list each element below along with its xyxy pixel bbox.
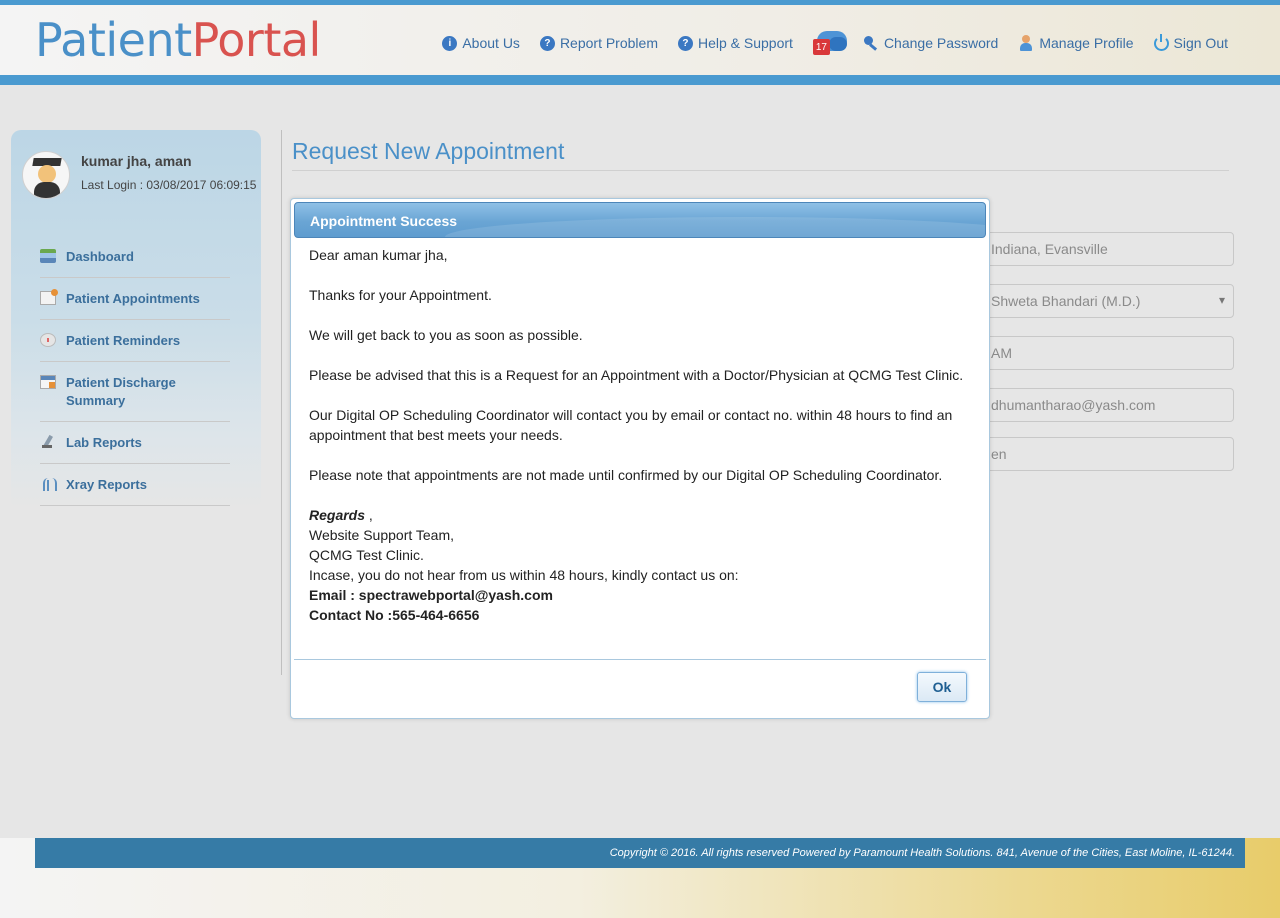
logo-portal: Portal (191, 13, 322, 67)
calendar-icon (40, 289, 58, 305)
sidebar: kumar jha, aman Last Login : 03/08/2017 … (11, 130, 261, 510)
change-password-link[interactable]: Change Password (863, 35, 998, 51)
about-us-link[interactable]: i About Us (442, 35, 520, 51)
manage-profile-link[interactable]: Manage Profile (1018, 35, 1134, 51)
user-icon (1018, 35, 1034, 51)
manage-profile-label: Manage Profile (1039, 35, 1134, 51)
dialog-body: Dear aman kumar jha, Thanks for your App… (309, 245, 969, 625)
advice-text: Please be advised that this is a Request… (309, 367, 964, 383)
logo-patient: Patient (35, 13, 192, 67)
microscope-icon (40, 435, 56, 449)
support-contact: Contact No :565-464-6656 (309, 607, 480, 623)
sidebar-menu: Dashboard Patient Appointments Patient R… (40, 236, 230, 506)
sidebar-item-label: Lab Reports (66, 435, 142, 450)
incase-text: Incase, you do not hear from us within 4… (309, 567, 739, 583)
dialog-header: Appointment Success (294, 202, 986, 238)
copyright-text: Copyright © 2016. All rights reserved Po… (609, 847, 1235, 859)
header-band (0, 75, 1280, 85)
sidebar-item-label: Patient Reminders (66, 333, 181, 348)
coordinator-text: Our Digital OP Scheduling Coordinator wi… (309, 407, 953, 443)
xray-hand-icon (40, 477, 57, 491)
question-icon: ? (677, 35, 693, 51)
thanks-text: Thanks for your Appointment. (309, 287, 492, 303)
avatar (22, 151, 70, 199)
sidebar-item-label: Patient Appointments (66, 291, 200, 306)
ok-button[interactable]: Ok (917, 672, 967, 702)
support-email: Email : spectrawebportal@yash.com (309, 587, 553, 603)
sidebar-item-patient-reminders[interactable]: Patient Reminders (40, 320, 230, 362)
regards-comma: , (365, 507, 373, 523)
page-title: Request New Appointment (292, 138, 565, 164)
sidebar-item-discharge-summary[interactable]: Patient Discharge Summary (40, 362, 230, 422)
key-icon (863, 35, 879, 51)
sidebar-item-lab-reports[interactable]: Lab Reports (40, 422, 230, 464)
greeting-text: Dear aman kumar jha, (309, 247, 448, 263)
dashboard-icon (40, 249, 56, 263)
appointment-success-dialog: Appointment Success Dear aman kumar jha,… (290, 198, 990, 719)
team-text: Website Support Team, (309, 527, 455, 543)
logo[interactable]: PatientPortal (35, 13, 321, 67)
help-support-label: Help & Support (697, 35, 793, 51)
regards-text: Regards (309, 507, 366, 523)
note-text: Please note that appointments are not ma… (309, 467, 943, 483)
top-nav: i About Us ? Report Problem ? Help & Sup… (422, 31, 1228, 55)
sidebar-item-label: Patient Discharge Summary (66, 375, 176, 408)
last-login: Last Login : 03/08/2017 06:09:15 (81, 178, 257, 192)
status-field[interactable]: en (978, 437, 1234, 471)
user-name: kumar jha, aman (81, 153, 192, 169)
clock-icon (40, 333, 56, 347)
chat-icon-secondary (828, 37, 847, 51)
sidebar-item-xray-reports[interactable]: Xray Reports (40, 464, 230, 506)
get-back-text: We will get back to you as soon as possi… (309, 327, 583, 343)
regards-line: Regards , (309, 505, 969, 525)
sidebar-item-patient-appointments[interactable]: Patient Appointments (40, 278, 230, 320)
notification-badge: 17 (812, 39, 830, 55)
footer: Copyright © 2016. All rights reserved Po… (35, 838, 1245, 868)
sign-out-label: Sign Out (1173, 35, 1228, 51)
sidebar-item-label: Dashboard (66, 249, 134, 264)
location-field[interactable]: Indiana, Evansville (978, 232, 1234, 266)
question-icon: ? (539, 35, 555, 51)
email-field[interactable]: dhumantharao@yash.com (978, 388, 1234, 422)
sidebar-item-dashboard[interactable]: Dashboard (40, 236, 230, 278)
dialog-footer-divider (294, 659, 986, 660)
change-password-label: Change Password (883, 35, 999, 51)
help-support-link[interactable]: ? Help & Support (677, 35, 793, 51)
info-icon: i (442, 35, 458, 51)
time-field[interactable]: AM (978, 336, 1234, 370)
doctor-select[interactable]: Shweta Bhandari (M.D.) (978, 284, 1234, 318)
report-problem-label: Report Problem (559, 35, 658, 51)
sign-out-link[interactable]: Sign Out (1153, 33, 1228, 51)
content-divider (281, 130, 282, 675)
power-icon (1153, 33, 1169, 51)
about-us-label: About Us (462, 35, 520, 51)
sidebar-item-label: Xray Reports (66, 477, 147, 492)
discharge-summary-icon (40, 375, 56, 389)
notifications-button[interactable]: 17 (812, 29, 847, 57)
clinic-text: QCMG Test Clinic. (309, 547, 424, 563)
title-rule (292, 170, 1229, 171)
dialog-title: Appointment Success (310, 213, 458, 229)
report-problem-link[interactable]: ? Report Problem (539, 35, 658, 51)
header: PatientPortal i About Us ? Report Proble… (0, 5, 1280, 75)
